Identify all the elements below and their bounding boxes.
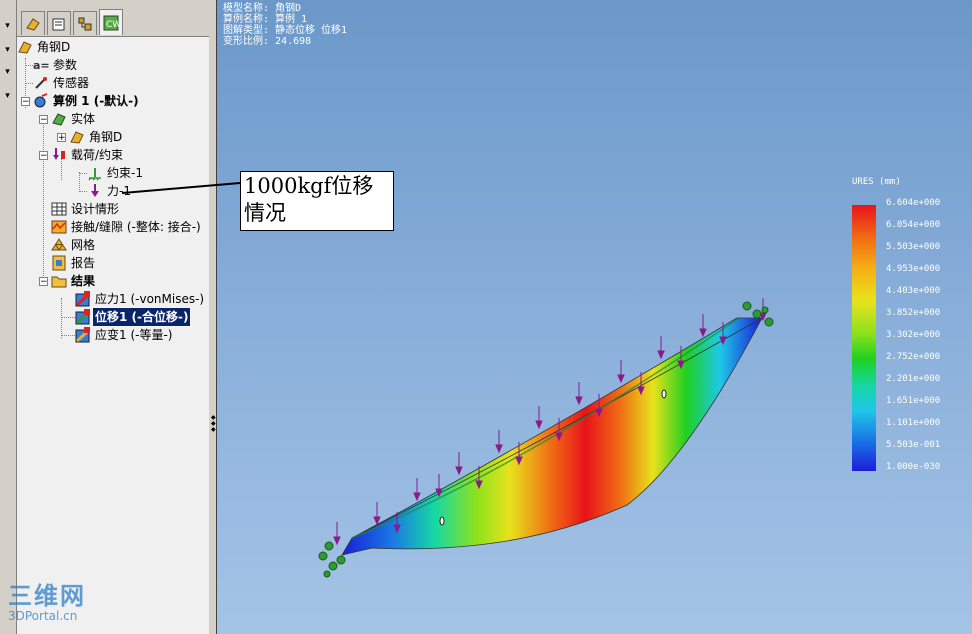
tree-item-strain-plot[interactable]: 应变1 (-等量-) <box>75 326 174 344</box>
property-icon <box>52 18 65 30</box>
tree-item-label: 角钢D <box>89 130 123 144</box>
watermark-url: 3DPortal.cn <box>8 609 78 623</box>
tree-item-label: 载荷/约束 <box>71 148 124 162</box>
tree-item-label: 算例 1 (-默认-) <box>53 94 139 108</box>
legend-value: 4.953e+000 <box>886 264 941 274</box>
legend-value: 4.403e+000 <box>886 286 941 296</box>
tree-item-label: 设计情形 <box>71 202 120 216</box>
strain-plot-icon <box>75 327 91 343</box>
graphics-viewport[interactable]: 模型名称: 角钢D 算例名称: 算例 1 图解类型: 静态位移 位移1 变形比例… <box>217 0 972 634</box>
tree-item-label: 应变1 (-等量-) <box>95 328 173 342</box>
legend-value: 5.503e+000 <box>886 242 941 252</box>
table-icon <box>51 201 67 217</box>
collapse-loads-toggle[interactable]: − <box>39 151 48 161</box>
collapse-results-toggle[interactable]: − <box>39 277 48 287</box>
left-toolbar-strip: ▾ ▾ ▾ ▾ <box>0 0 17 634</box>
tree-item-fixture[interactable]: 约束-1 <box>87 164 145 182</box>
simulation-icon: CW <box>103 15 119 30</box>
tree-item-label: 报告 <box>71 256 96 270</box>
tree-item-solids[interactable]: 实体 <box>51 110 97 128</box>
tab-simulation[interactable]: CW <box>99 9 123 35</box>
tree-item-sensors[interactable]: 传感器 <box>33 74 91 92</box>
tree-item-part[interactable]: 角钢D <box>17 38 72 56</box>
watermark-logo: 三维网 3DPortal.cn <box>8 583 86 623</box>
feature-tree: 角钢D a= 参数 传感器 − 算例 1 (-默认-) − 实体 + 角钢D −… <box>17 38 209 634</box>
annotation-callout: 1000kgf位移 情况 <box>240 171 394 231</box>
tree-item-label: 实体 <box>71 112 96 126</box>
arrow-down-icon[interactable]: ▾ <box>1 64 14 80</box>
report-icon <box>51 255 67 271</box>
contact-icon <box>51 219 67 235</box>
part-icon <box>69 129 85 145</box>
results-folder-icon <box>51 273 67 289</box>
study-icon <box>33 93 49 109</box>
callout-text-line2: 情况 <box>244 201 286 225</box>
tab-feature-manager[interactable] <box>21 11 45 35</box>
arrow-down-icon[interactable]: ▾ <box>1 88 14 104</box>
tree-item-study[interactable]: 算例 1 (-默认-) <box>33 92 141 110</box>
tab-property-manager[interactable] <box>47 11 71 35</box>
tree-item-report[interactable]: 报告 <box>51 254 97 272</box>
legend-value: 1.000e-030 <box>886 462 941 472</box>
tree-item-force[interactable]: 力-1 <box>87 182 133 200</box>
tree-item-label: 位移1 (-合位移-) <box>91 307 192 327</box>
tree-item-label: 网格 <box>71 238 96 252</box>
tree-item-contact[interactable]: 接触/缝隙 (-整体: 接合-) <box>51 218 203 236</box>
callout-text-line1: 1000kgf位移 <box>244 174 374 198</box>
displacement-plot-icon <box>75 309 91 325</box>
legend-title: URES (mm) <box>852 177 901 187</box>
legend-value: 6.604e+000 <box>886 198 941 208</box>
tree-item-design-scenario[interactable]: 设计情形 <box>51 200 121 218</box>
tree-item-stress-plot[interactable]: 应力1 (-vonMises-) <box>75 290 206 308</box>
legend-value: 2.201e+000 <box>886 374 941 384</box>
legend-value: 6.054e+000 <box>886 220 941 230</box>
sensor-icon <box>33 75 49 91</box>
tree-item-label: 角钢D <box>37 40 71 54</box>
tree-item-label: 应力1 (-vonMises-) <box>95 292 205 306</box>
legend-value: 5.503e-001 <box>886 440 941 450</box>
svg-text:a=: a= <box>33 59 49 72</box>
splitter-grip-icon[interactable]: ◆ ◆ ◆ <box>211 415 216 439</box>
load-fixture-icon <box>51 147 67 163</box>
tree-item-loads-fixtures[interactable]: 载荷/约束 <box>51 146 125 164</box>
collapse-solids-toggle[interactable]: − <box>39 115 48 125</box>
configuration-icon <box>78 17 92 30</box>
tree-item-mesh[interactable]: 网格 <box>51 236 97 254</box>
tree-item-results[interactable]: 结果 <box>51 272 97 290</box>
tree-item-label: 结果 <box>71 274 96 288</box>
stress-plot-icon <box>75 291 91 307</box>
feature-manager-panel: CW 角钢D a= 参数 传感器 − 算例 1 (-默认-) − 实体 + 角钢… <box>17 0 210 634</box>
collapse-study-toggle[interactable]: − <box>21 97 30 107</box>
tree-item-parameters[interactable]: a= 参数 <box>33 56 79 74</box>
legend-color-bar <box>852 205 876 471</box>
legend-value: 2.752e+000 <box>886 352 941 362</box>
legend-value: 3.302e+000 <box>886 330 941 340</box>
solid-body-icon <box>51 111 67 127</box>
legend-value: 1.651e+000 <box>886 396 941 406</box>
part-icon <box>17 39 33 55</box>
parameters-icon: a= <box>33 57 49 73</box>
tree-item-label: 接触/缝隙 (-整体: 接合-) <box>71 220 201 234</box>
arrow-down-icon[interactable]: ▾ <box>1 42 14 58</box>
tree-item-displacement-plot[interactable]: 位移1 (-合位移-) <box>75 307 192 327</box>
svg-text:CW: CW <box>106 20 119 30</box>
feature-tree-icon <box>26 17 40 31</box>
tree-item-label: 传感器 <box>53 76 90 90</box>
watermark-title: 三维网 <box>8 582 86 610</box>
panel-splitter[interactable]: ◆ ◆ ◆ <box>209 0 217 634</box>
fixture-icon <box>87 165 103 181</box>
tree-item-label: 力-1 <box>107 184 131 198</box>
tab-configuration-manager[interactable] <box>73 11 97 35</box>
force-arrow-icon <box>87 183 103 199</box>
expand-solid-item-toggle[interactable]: + <box>57 133 66 143</box>
mesh-icon <box>51 237 67 253</box>
tree-item-label: 约束-1 <box>107 166 143 180</box>
legend-value: 3.852e+000 <box>886 308 941 318</box>
arrow-down-icon[interactable]: ▾ <box>1 18 14 34</box>
tree-item-label: 参数 <box>53 58 78 72</box>
tree-item-solid-body[interactable]: 角钢D <box>69 128 124 146</box>
panel-tab-bar: CW <box>17 0 209 37</box>
legend-value: 1.101e+000 <box>886 418 941 428</box>
